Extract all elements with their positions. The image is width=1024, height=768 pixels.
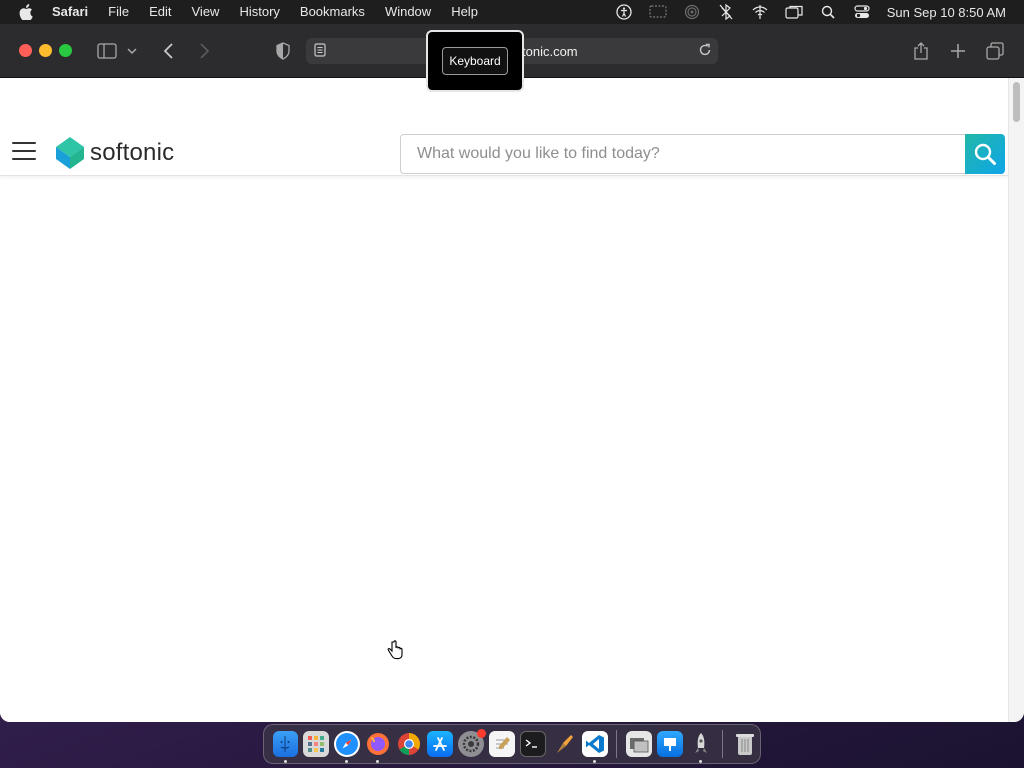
bluetooth-off-icon[interactable] [709, 0, 743, 24]
address-url-text: tonic.com [522, 44, 578, 59]
notification-badge [477, 729, 487, 738]
hamburger-menu-icon[interactable] [12, 142, 36, 162]
apple-menu-icon[interactable] [0, 4, 52, 20]
screen-mirroring-icon[interactable] [641, 0, 675, 24]
control-center-icon[interactable] [845, 0, 879, 24]
dock-separator [722, 730, 724, 758]
pixelmator-icon[interactable] [551, 731, 577, 757]
chrome-icon[interactable] [396, 731, 422, 757]
tab-groups-chevron-icon[interactable] [124, 39, 140, 63]
menu-history[interactable]: History [229, 0, 289, 24]
accessibility-icon[interactable] [607, 0, 641, 24]
softonic-logo-icon [56, 137, 84, 169]
share-icon[interactable] [909, 39, 933, 63]
firefox-icon[interactable] [365, 731, 391, 763]
keynote-icon[interactable] [656, 731, 683, 757]
scrollbar-thumb[interactable] [1013, 82, 1020, 122]
sidebar-toggle-icon[interactable] [95, 39, 119, 63]
terminal-icon[interactable] [520, 731, 546, 757]
menu-bookmarks[interactable]: Bookmarks [290, 0, 375, 24]
menu-edit[interactable]: Edit [139, 0, 181, 24]
preview-icon[interactable] [625, 731, 652, 757]
airdrop-icon[interactable] [675, 0, 709, 24]
launchpad-icon[interactable] [303, 731, 330, 757]
privacy-shield-icon[interactable] [271, 39, 295, 63]
logo-text: softonic [90, 139, 175, 166]
search-icon [974, 143, 996, 165]
hand-cursor-icon [386, 640, 404, 660]
menu-help[interactable]: Help [441, 0, 488, 24]
web-page: softonic [0, 78, 1008, 722]
vscode-icon[interactable] [581, 731, 608, 763]
reader-view-icon[interactable] [314, 43, 326, 60]
search-button[interactable] [965, 134, 1005, 174]
back-icon[interactable] [157, 39, 181, 63]
site-header: softonic [0, 130, 1008, 176]
system-settings-icon[interactable] [458, 729, 487, 757]
tooltip-label: Keyboard [442, 47, 508, 75]
dock [263, 724, 761, 764]
forward-icon[interactable] [192, 39, 216, 63]
safari-icon[interactable] [334, 731, 361, 763]
textedit-icon[interactable] [489, 731, 515, 757]
finder-icon[interactable] [272, 731, 299, 763]
menu-safari[interactable]: Safari [52, 0, 98, 24]
safari-window: tonic.com softonic What would you like t… [0, 24, 1024, 722]
menu-bar: Safari File Edit View History Bookmarks … [0, 0, 1024, 24]
trash-icon[interactable] [732, 731, 758, 757]
softonic-logo[interactable]: softonic [56, 136, 174, 170]
wifi-off-icon[interactable] [743, 0, 777, 24]
window-switcher-icon[interactable] [777, 0, 811, 24]
reload-icon[interactable] [698, 43, 712, 60]
menu-window[interactable]: Window [375, 0, 441, 24]
menubar-clock[interactable]: Sun Sep 10 8:50 AM [879, 5, 1024, 20]
page-scrollbar[interactable] [1008, 78, 1024, 722]
maximize-window-button[interactable] [59, 44, 72, 57]
search-input[interactable] [400, 134, 965, 174]
keyboard-tooltip: Keyboard [426, 30, 524, 92]
app-store-icon[interactable] [427, 731, 454, 757]
dock-separator [616, 730, 618, 758]
menu-view[interactable]: View [182, 0, 230, 24]
spotlight-search-icon[interactable] [811, 0, 845, 24]
menu-file[interactable]: File [98, 0, 139, 24]
rocket-icon[interactable] [688, 731, 714, 763]
tab-overview-icon[interactable] [983, 39, 1007, 63]
new-tab-icon[interactable] [946, 39, 970, 63]
minimize-window-button[interactable] [39, 44, 52, 57]
close-window-button[interactable] [19, 44, 32, 57]
